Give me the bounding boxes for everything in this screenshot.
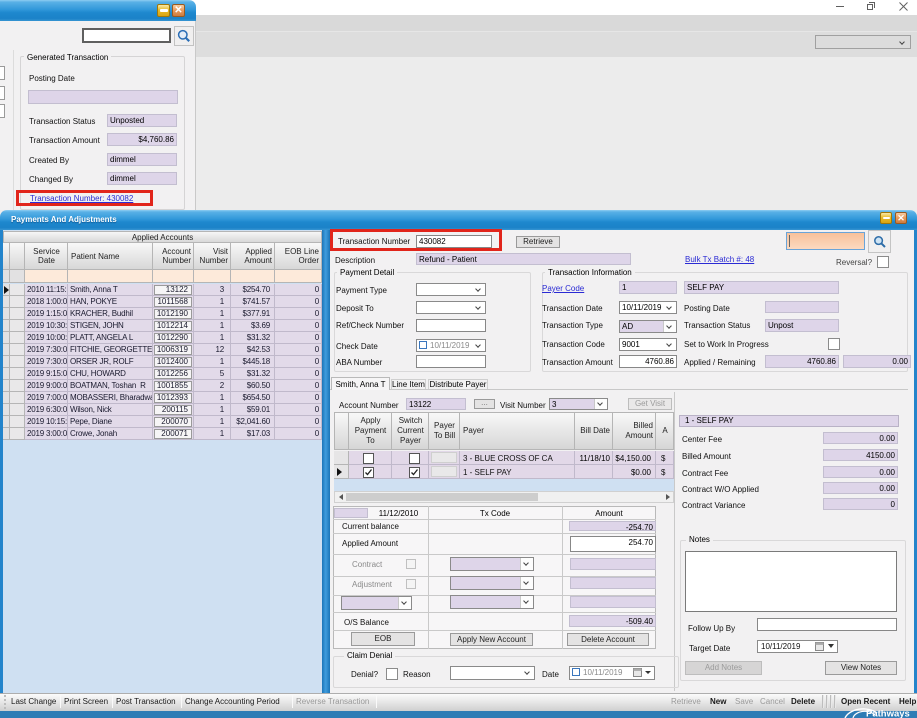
svg-text:Pathways: Pathways bbox=[866, 709, 910, 718]
